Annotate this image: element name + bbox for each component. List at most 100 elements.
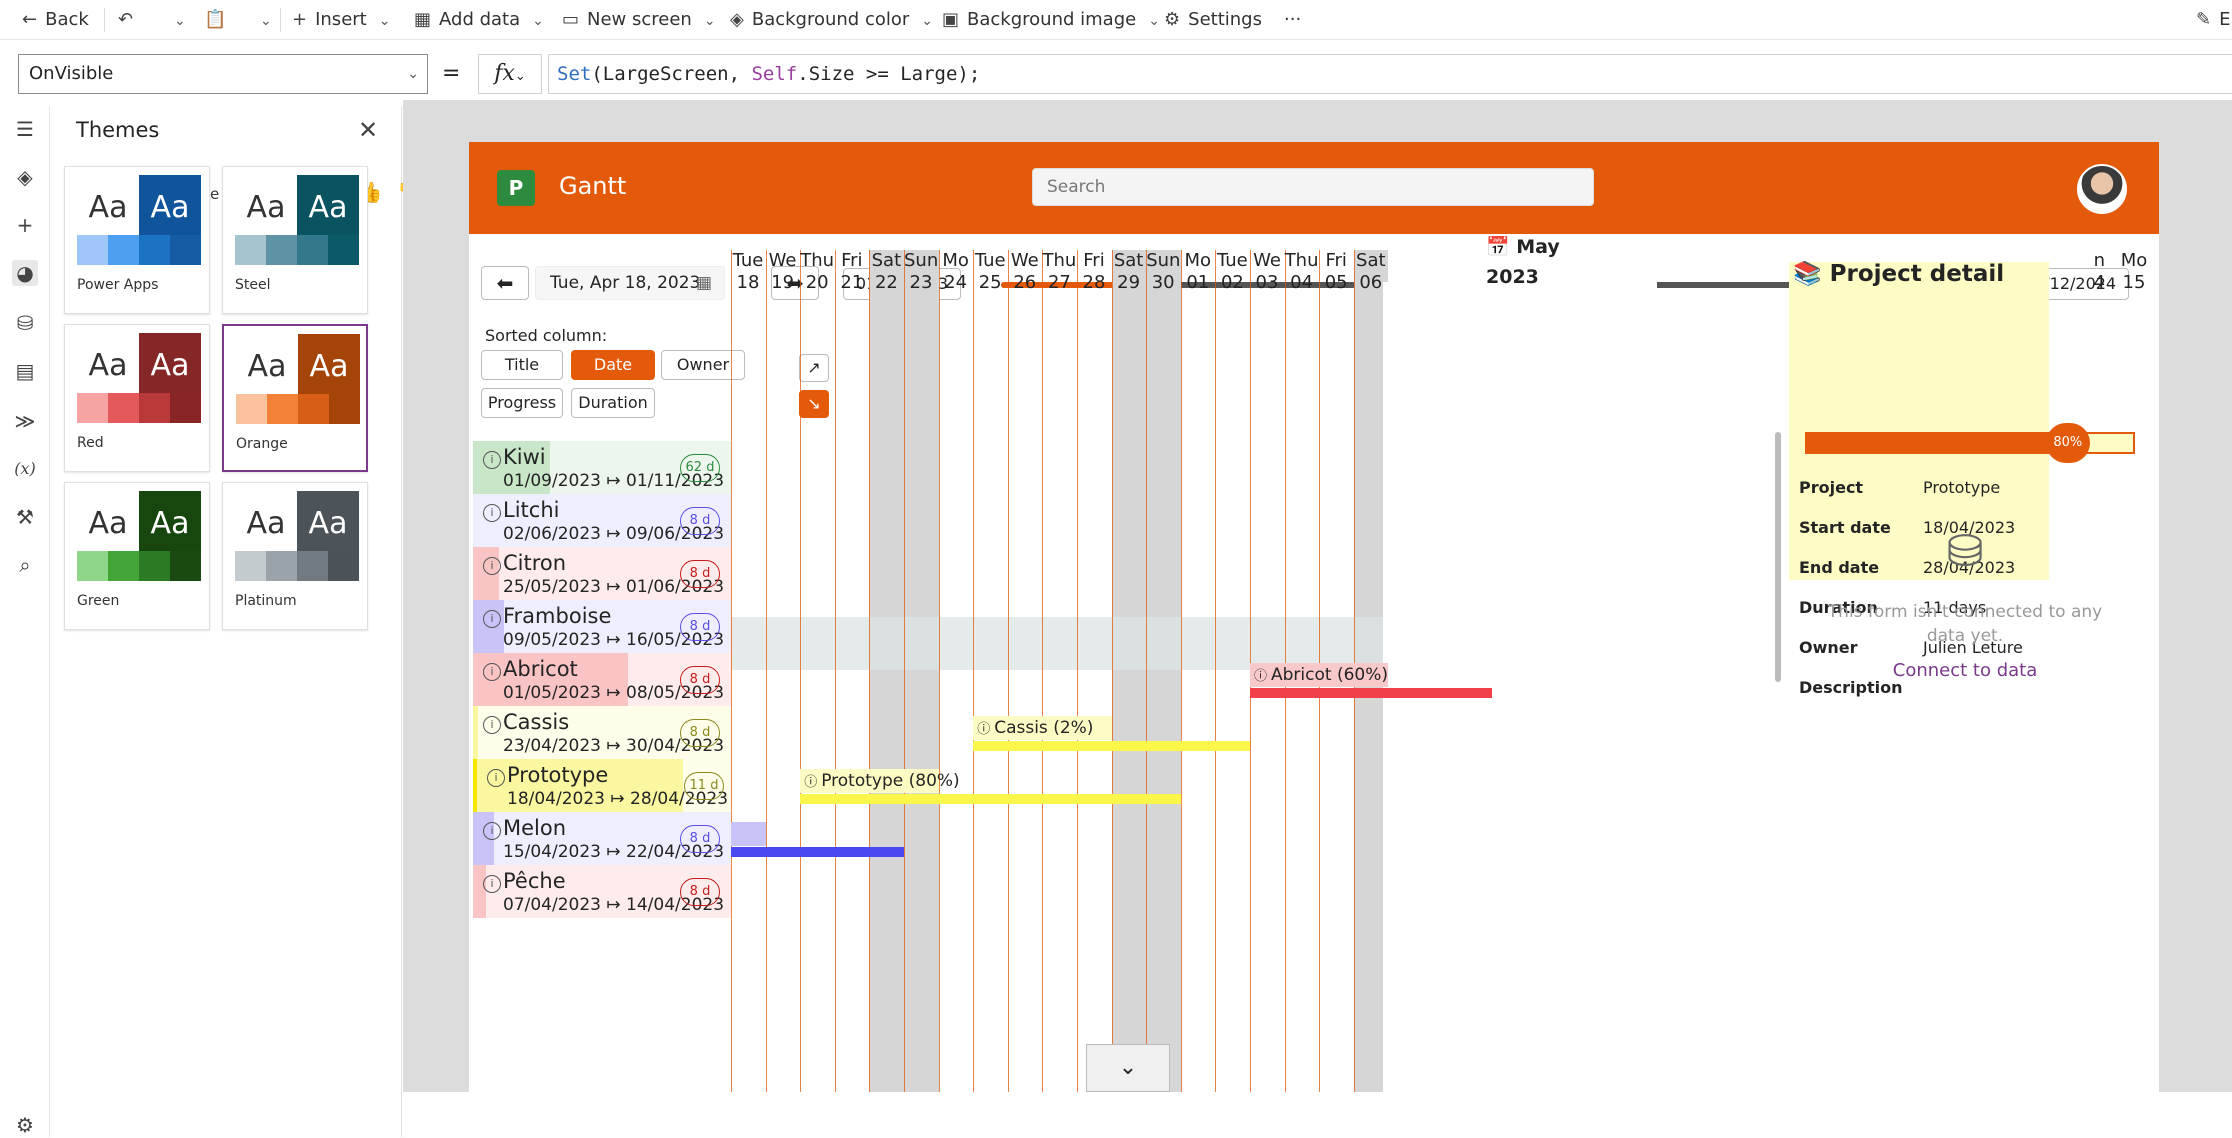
gantt-bar[interactable] — [731, 847, 904, 857]
media-icon[interactable]: ▤ — [12, 358, 38, 384]
gantt-bar-label[interactable]: ⓘ Prototype (80%) — [800, 769, 960, 793]
left-rail: ☰ ◈ + ◕ ⛁ ▤ ≫ (x) ⚒ ⌕ ⚙ — [0, 106, 50, 1137]
search-input[interactable]: Search — [1032, 168, 1594, 206]
task-row-framboise[interactable]: i Framboise 09/05/2023 ↦ 16/05/2023 8 d — [473, 600, 731, 653]
theme-swatch — [139, 551, 170, 581]
day-header: Tue 18 — [731, 250, 765, 294]
paste-button[interactable]: 📋 — [204, 0, 234, 40]
duration-badge: 11 d — [684, 772, 724, 800]
task-row-litchi[interactable]: i Litchi 02/06/2023 ↦ 09/06/2023 8 d — [473, 494, 731, 547]
day-header: Sat 22 — [869, 250, 903, 294]
day-weekday: Tue — [1217, 250, 1248, 271]
task-title: Abricot — [503, 657, 578, 681]
info-icon[interactable]: i — [483, 822, 501, 840]
task-row-kiwi[interactable]: i Kiwi 01/09/2023 ↦ 01/11/2023 62 d — [473, 441, 731, 494]
plus-icon[interactable]: + — [12, 212, 38, 238]
info-icon[interactable]: i — [483, 504, 501, 522]
formula-bar: OnVisible ⌄ = fx⌄ Set(LargeScreen, Self.S… — [0, 52, 2232, 96]
task-row-abricot[interactable]: i Abricot 01/05/2023 ↦ 08/05/2023 8 d — [473, 653, 731, 706]
plus-icon: + — [292, 9, 308, 30]
edit-button[interactable]: ✎ E — [2196, 0, 2230, 40]
theme-card-steel[interactable]: Aa Aa Steel — [222, 166, 368, 314]
formula-input[interactable]: Set(LargeScreen, Self.Size >= Large); — [548, 54, 2232, 94]
day-gridline — [1111, 250, 1113, 1092]
insert-button[interactable]: + Insert ⌄ — [292, 0, 390, 40]
prev-button[interactable]: ⬅ — [481, 266, 529, 300]
connect-to-data-link[interactable]: Connect to data — [1815, 660, 2115, 681]
avatar[interactable] — [2077, 164, 2127, 214]
undo-dropdown[interactable]: ⌄ — [162, 0, 186, 40]
task-row-cassis[interactable]: i Cassis 23/04/2023 ↦ 30/04/2023 8 d — [473, 706, 731, 759]
calendar-icon: ▦ — [695, 273, 712, 293]
vertical-scrollbar[interactable] — [1775, 432, 1781, 682]
chevron-down-icon: ⌄ — [174, 13, 186, 29]
theme-preview-light: Aa — [246, 190, 286, 225]
undo-button[interactable]: ↶ — [118, 0, 141, 40]
info-icon[interactable]: i — [483, 610, 501, 628]
background-color-button[interactable]: ◈ Background color ⌄ — [730, 0, 933, 40]
paste-dropdown[interactable]: ⌄ — [248, 0, 272, 40]
layers-icon[interactable]: ◈ — [12, 164, 38, 190]
day-weekday: Fri — [1083, 250, 1105, 271]
chevron-down-icon: ⌄ — [1148, 13, 1160, 29]
info-icon[interactable]: i — [483, 716, 501, 734]
settings-button[interactable]: ⚙ Settings — [1164, 0, 1262, 40]
day-header: Thu 27 — [1042, 250, 1076, 294]
theme-card-power-apps[interactable]: Aa Aa Power Apps — [64, 166, 210, 314]
database-icon[interactable]: ⛁ — [12, 310, 38, 336]
new-screen-button[interactable]: ▭ New screen ⌄ — [562, 0, 716, 40]
info-icon[interactable]: i — [483, 663, 501, 681]
background-image-button[interactable]: ▣ Background image ⌄ — [942, 0, 1160, 40]
theme-card-green[interactable]: Aa Aa Green — [64, 482, 210, 630]
day-number: 03 — [1255, 272, 1279, 293]
task-row-melon[interactable]: i Melon 15/04/2023 ↦ 22/04/2023 8 d — [473, 812, 731, 865]
info-icon[interactable]: i — [483, 451, 501, 469]
info-icon[interactable]: i — [483, 875, 501, 893]
hamburger-menu-icon[interactable]: ☰ — [12, 116, 38, 142]
gantt-bar[interactable] — [800, 794, 1181, 804]
back-button[interactable]: ← Back — [22, 0, 89, 40]
sort-title-button[interactable]: Title — [481, 350, 563, 380]
info-icon[interactable]: i — [483, 557, 501, 575]
gantt-bar[interactable] — [973, 741, 1250, 751]
scroll-down-button[interactable]: ⌄ — [1086, 1044, 1170, 1092]
close-icon[interactable]: ✕ — [358, 116, 378, 144]
gear-icon[interactable]: ⚙ — [12, 1112, 38, 1138]
day-number: 01 — [1186, 272, 1210, 293]
day-number: 23 — [909, 272, 933, 293]
search-icon[interactable]: ⌕ — [12, 552, 38, 578]
property-selector[interactable]: OnVisible ⌄ — [18, 54, 428, 94]
more-button[interactable]: ··· — [1284, 0, 1301, 40]
task-row-citron[interactable]: i Citron 25/05/2023 ↦ 01/06/2023 8 d — [473, 547, 731, 600]
theme-preview-light: Aa — [88, 506, 128, 541]
day-gridline — [800, 250, 802, 1092]
gantt-bar-label[interactable] — [731, 822, 766, 846]
progress-badge: 80% — [2045, 423, 2090, 463]
task-title: Melon — [503, 816, 567, 840]
gantt-bar[interactable] — [1250, 688, 1493, 698]
fx-button[interactable]: fx⌄ — [478, 54, 542, 94]
info-icon[interactable]: i — [487, 769, 505, 787]
sort-date-button[interactable]: Date — [571, 350, 655, 380]
day-header: Tue 02 — [1215, 250, 1249, 294]
sort-duration-button[interactable]: Duration — [571, 388, 655, 418]
date-picker[interactable]: Tue, Apr 18, 2023 ▦ — [535, 266, 725, 300]
add-data-button[interactable]: ▦ Add data ⌄ — [414, 0, 544, 40]
sort-progress-button[interactable]: Progress — [481, 388, 563, 418]
day-header: We 26 — [1008, 250, 1042, 294]
task-row-prototype[interactable]: i Prototype 18/04/2023 ↦ 28/04/2023 11 d — [473, 759, 731, 812]
tools-icon[interactable]: ⚒ — [12, 504, 38, 530]
gantt-bar-label[interactable]: ⓘ Abricot (60%) — [1250, 663, 1389, 687]
palette-icon[interactable]: ◕ — [12, 260, 38, 286]
power-automate-icon[interactable]: ≫ — [12, 408, 38, 434]
gantt-bar-label[interactable]: ⓘ Cassis (2%) — [973, 716, 1112, 740]
chevron-down-icon: ⌄ — [407, 66, 419, 82]
task-row-pêche[interactable]: i Pêche 07/04/2023 ↦ 14/04/2023 8 d — [473, 865, 731, 918]
theme-card-orange[interactable]: Aa Aa Orange — [222, 324, 368, 472]
theme-card-platinum[interactable]: Aa Aa Platinum — [222, 482, 368, 630]
day-weekday: Fri — [1325, 250, 1347, 271]
duration-badge: 62 d — [680, 454, 720, 482]
theme-card-red[interactable]: Aa Aa Red — [64, 324, 210, 472]
variables-icon[interactable]: (x) — [12, 456, 38, 482]
day-header: Mo 01 — [1181, 250, 1215, 294]
